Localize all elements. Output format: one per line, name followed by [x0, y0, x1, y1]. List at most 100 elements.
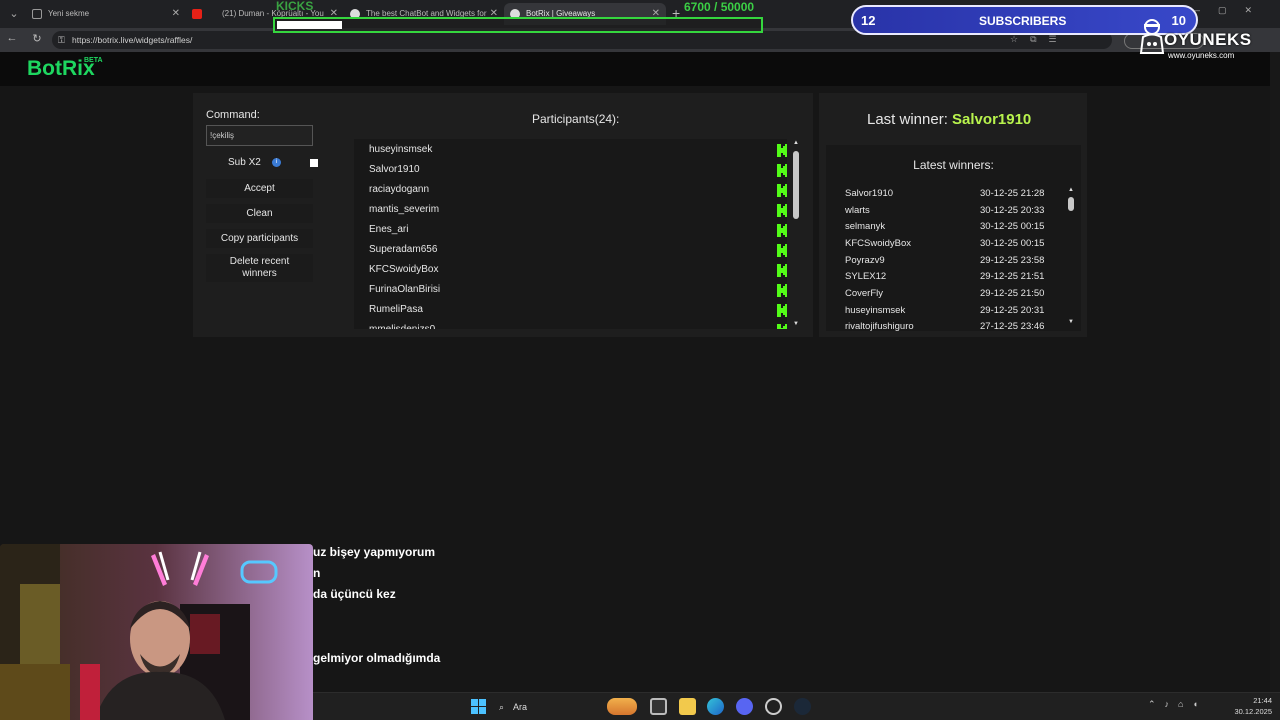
winners-scrollbar[interactable] — [1068, 197, 1074, 211]
kick-icon — [777, 144, 787, 157]
last-winner-name: Salvor1910 — [952, 111, 1032, 128]
last-winner: Last winner: Salvor1910 — [867, 111, 1031, 128]
scroll-up-icon[interactable]: ▲ — [1068, 187, 1074, 193]
winner-name: huseyinsmsek — [845, 305, 906, 316]
kick-icon — [777, 184, 787, 197]
participants-scrollbar[interactable] — [793, 151, 799, 219]
winner-date: 29-12-25 21:50 — [980, 288, 1045, 299]
subscribers-current: 12 — [861, 13, 876, 28]
search-icon: ⌕ — [499, 702, 505, 712]
page-scrollbar[interactable] — [1270, 52, 1280, 692]
participant-name: mmelisdenizs0 — [369, 324, 435, 329]
kicks-goal-label: KICKS — [276, 0, 314, 13]
winner-date: 29-12-25 20:31 — [980, 305, 1045, 316]
winner-date: 30-12-25 00:15 — [980, 221, 1045, 232]
winner-date: 29-12-25 23:58 — [980, 255, 1045, 266]
participants-list: huseyinsmsek Salvor1910 raciaydogann man… — [354, 139, 787, 329]
copy-participants-button[interactable]: Copy participants — [206, 229, 313, 248]
discord-icon[interactable] — [736, 698, 753, 715]
latest-winners-title: Latest winners: — [913, 158, 994, 172]
raffle-panel: Command: !çekiliş Sub X2 i Accept Clean … — [193, 93, 813, 337]
chat-line: n — [313, 566, 321, 580]
brand-name: OYUNEKS — [1164, 30, 1252, 49]
list-item: KFCSwoidyBox — [369, 260, 787, 280]
clean-button[interactable]: Clean — [206, 204, 313, 223]
close-icon[interactable]: ✕ — [172, 3, 180, 25]
tab-new[interactable]: Yeni sekme ✕ — [26, 3, 186, 25]
winner-row: KFCSwoidyBox 30-12-25 00:15 — [845, 236, 1055, 252]
extension-icons[interactable]: ☆⧉☰ — [1010, 34, 1069, 45]
steam-icon[interactable] — [794, 698, 811, 715]
streamer-video — [0, 544, 313, 720]
winner-name: SYLEX12 — [845, 271, 887, 282]
tab-search-icon[interactable]: ⌄ — [4, 4, 24, 24]
file-explorer-icon[interactable] — [679, 698, 696, 715]
last-winner-label: Last winner: — [867, 111, 948, 128]
system-tray[interactable]: ⌃♪⌂◖ — [1148, 699, 1207, 710]
reload-icon[interactable]: ↻ — [29, 32, 45, 45]
obs-icon[interactable] — [765, 698, 782, 715]
kick-icon — [777, 284, 787, 297]
kick-icon — [777, 264, 787, 277]
winner-name: wlarts — [845, 205, 870, 216]
url-text: https://botrix.live/widgets/raffles/ — [72, 35, 193, 45]
participant-name: KFCSwoidyBox — [369, 264, 439, 275]
beta-badge: BETA — [84, 57, 103, 64]
edge-icon[interactable] — [707, 698, 724, 715]
task-view-icon[interactable] — [650, 698, 667, 715]
kicks-goal-count: 6700 / 50000 — [684, 0, 755, 14]
back-icon[interactable]: ← — [4, 32, 20, 44]
winner-row: selmanyk 30-12-25 00:15 — [845, 219, 1055, 235]
taskbar-clock[interactable]: 21:44 30.12.2025 — [1234, 695, 1272, 717]
info-icon[interactable]: i — [272, 158, 281, 167]
winner-name: Poyrazv9 — [845, 255, 885, 266]
list-item: raciaydogann — [369, 180, 787, 200]
winner-row: wlarts 30-12-25 20:33 — [845, 203, 1055, 219]
list-item: Enes_ari — [369, 220, 787, 240]
windows-start-icon[interactable] — [470, 698, 487, 715]
winner-row: SYLEX12 29-12-25 21:51 — [845, 269, 1055, 285]
taskbar-search[interactable]: ⌕ Ara — [495, 698, 605, 716]
kick-icon — [777, 204, 787, 217]
winner-date: 27-12-25 23:46 — [980, 321, 1045, 331]
winner-name: selmanyk — [845, 221, 886, 232]
kick-icon — [777, 244, 787, 257]
scroll-down-icon[interactable]: ▼ — [1068, 319, 1074, 325]
site-info-icon[interactable]: ⚿ — [58, 31, 65, 49]
participant-name: mantis_severim — [369, 204, 440, 215]
winner-row: CoverFly 29-12-25 21:50 — [845, 286, 1055, 302]
winner-name: Salvor1910 — [845, 188, 894, 199]
accept-button[interactable]: Accept — [206, 179, 313, 198]
winner-date: 30-12-25 00:15 — [980, 238, 1045, 249]
participant-name: raciaydogann — [369, 184, 430, 195]
top-nav: BotRix BETA — [0, 52, 1280, 86]
list-item: FurinaOlanBirisi — [369, 280, 787, 300]
delete-recent-winners-button[interactable]: Delete recent winners — [206, 254, 313, 282]
latest-winners-list: Latest winners: Salvor1910 30-12-25 21:28… — [826, 145, 1081, 331]
widget-icon[interactable] — [607, 698, 637, 715]
kick-icon — [777, 324, 787, 329]
search-label: Ara — [513, 702, 528, 712]
scroll-down-icon[interactable]: ▼ — [793, 321, 799, 327]
winner-date: 30-12-25 21:28 — [980, 188, 1045, 199]
winner-date: 30-12-25 20:33 — [980, 205, 1045, 216]
winner-date: 29-12-25 21:51 — [980, 271, 1045, 282]
subscribers-label: SUBSCRIBERS — [979, 14, 1067, 28]
winner-name: CoverFly — [845, 288, 884, 299]
winner-name: KFCSwoidyBox — [845, 238, 911, 249]
brand-watermark: OYUNEKS www.oyuneks.com — [1136, 15, 1280, 65]
list-item: RumeliPasa — [369, 300, 787, 320]
kick-icon — [777, 304, 787, 317]
winner-row: rivaltojifushiguro 27-12-25 23:46 — [845, 319, 1055, 331]
participant-name: FurinaOlanBirisi — [369, 284, 441, 295]
clock-date: 30.12.2025 — [1234, 707, 1272, 716]
participant-name: Enes_ari — [369, 224, 409, 235]
windows-taskbar: ⌕ Ara ⌃♪⌂◖ 21:44 30.12.2025 — [313, 692, 1280, 720]
command-input[interactable]: !çekiliş — [206, 125, 313, 146]
chat-line: da üçüncü kez — [313, 587, 396, 601]
sub-x2-checkbox[interactable] — [310, 159, 318, 167]
scroll-up-icon[interactable]: ▲ — [793, 140, 799, 146]
command-label: Command: — [206, 109, 260, 121]
list-item: mmelisdenizs0 — [369, 320, 787, 329]
kicks-goal-bar — [273, 17, 763, 33]
